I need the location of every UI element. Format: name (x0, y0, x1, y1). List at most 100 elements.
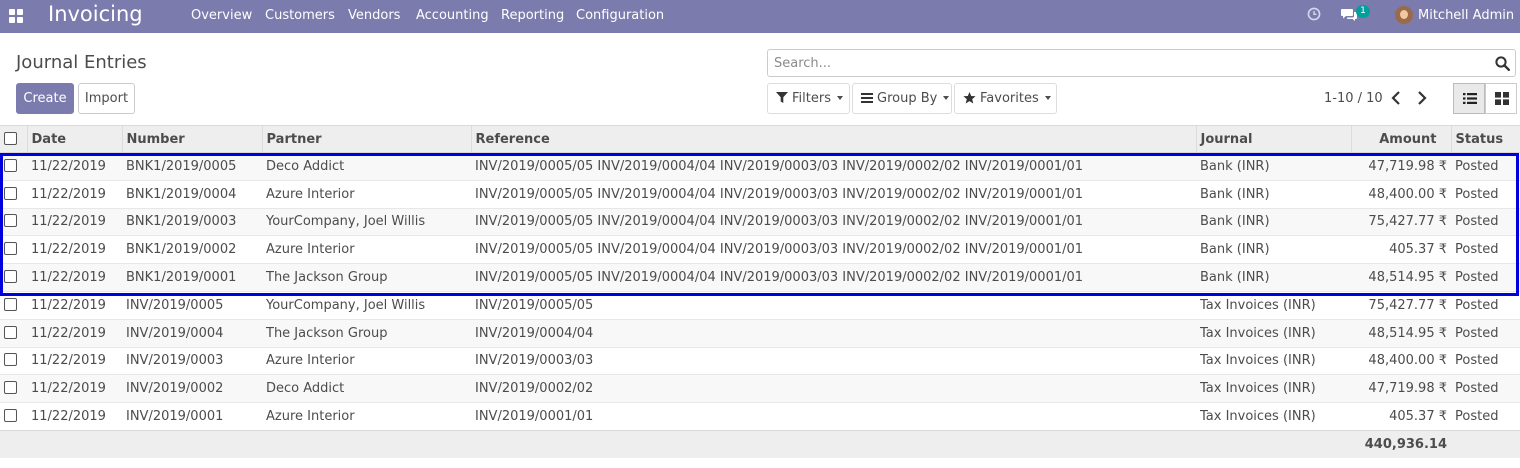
row-checkbox[interactable] (4, 270, 17, 284)
column-header-status[interactable]: Status (1450, 125, 1520, 153)
cell-number: INV/2019/0003 (122, 346, 262, 375)
pager-next-icon[interactable] (1414, 89, 1430, 107)
cell-reference: INV/2019/0005/05 INV/2019/0004/04 INV/20… (471, 207, 1196, 236)
table-row[interactable]: 11/22/2019 BNK1/2019/0004 Azure Interior IN… (0, 179, 1520, 209)
table-row[interactable]: 11/22/2019 BNK1/2019/0003 YourCompany, Joe… (0, 207, 1520, 236)
list-view-button[interactable] (1453, 83, 1485, 114)
row-checkbox[interactable] (4, 186, 17, 200)
cell-amount: 75,427.77 ₹ (1351, 207, 1451, 236)
search-box[interactable] (767, 49, 1516, 77)
create-button[interactable]: Create (16, 83, 74, 114)
row-select-cell (0, 179, 27, 209)
search-icon[interactable] (1495, 56, 1510, 71)
cell-status: Posted (1451, 152, 1520, 181)
select-all-checkbox[interactable] (4, 131, 17, 145)
row-checkbox[interactable] (4, 214, 17, 228)
kanban-view-button[interactable] (1485, 83, 1517, 114)
table-row[interactable]: 11/22/2019 INV/2019/0004 The Jackson Group… (0, 318, 1520, 348)
table-row[interactable]: 11/22/2019 BNK1/2019/0002 Azure Interior IN… (0, 235, 1520, 264)
row-checkbox[interactable] (4, 325, 17, 339)
cell-number: BNK1/2019/0004 (122, 179, 262, 209)
apps-menu-icon[interactable] (9, 9, 23, 23)
row-checkbox[interactable] (4, 353, 17, 367)
cell-reference: INV/2019/0001/01 (471, 402, 1196, 431)
select-all-cell (0, 125, 27, 153)
filters-dropdown[interactable]: Filters (767, 83, 850, 114)
menu-overview[interactable]: Overview (191, 8, 252, 23)
cell-amount: 405.37 ₹ (1351, 235, 1451, 264)
group-by-dropdown[interactable]: Group By (852, 83, 952, 114)
row-select-cell (0, 207, 27, 236)
cell-journal: Tax Invoices (INR) (1196, 290, 1351, 320)
cell-journal: Tax Invoices (INR) (1196, 318, 1351, 348)
cell-amount: 48,400.00 ₹ (1351, 179, 1451, 209)
row-checkbox[interactable] (4, 381, 17, 395)
user-menu-name[interactable]: Mitchell Admin (1418, 8, 1514, 23)
chevron-down-icon (1044, 95, 1051, 100)
cell-status: Posted (1451, 402, 1520, 431)
cell-status: Posted (1451, 235, 1520, 264)
cell-partner: YourCompany, Joel Willis (262, 290, 471, 320)
cell-partner: Deco Addict (262, 374, 471, 403)
cell-journal: Bank (INR) (1196, 235, 1351, 264)
page-title: Journal Entries (16, 52, 147, 73)
kanban-view-icon (1495, 92, 1509, 105)
favorites-dropdown[interactable]: Favorites (954, 83, 1057, 114)
menu-configuration[interactable]: Configuration (576, 8, 664, 23)
cell-number: BNK1/2019/0005 (122, 152, 262, 181)
row-select-cell (0, 290, 27, 320)
search-input[interactable] (774, 50, 1474, 76)
journal-entries-table: Date Number Partner Reference Journal Am… (0, 125, 1520, 459)
cell-journal: Bank (INR) (1196, 152, 1351, 181)
cell-reference: INV/2019/0002/02 (471, 374, 1196, 403)
filter-icon (776, 92, 788, 103)
row-checkbox[interactable] (4, 409, 17, 423)
cell-date: 11/22/2019 (27, 402, 122, 431)
import-button[interactable]: Import (78, 83, 135, 114)
table-row[interactable]: 11/22/2019 INV/2019/0001 Azure Interior INV… (0, 402, 1520, 431)
activity-clock-icon[interactable] (1307, 7, 1321, 21)
table-row[interactable]: 11/22/2019 INV/2019/0005 YourCompany, Joel… (0, 290, 1520, 320)
pager-previous-icon[interactable] (1388, 89, 1404, 107)
table-row[interactable]: 11/22/2019 BNK1/2019/0005 Deco Addict INV/2… (0, 152, 1520, 181)
row-checkbox[interactable] (4, 242, 17, 256)
row-select-cell (0, 152, 27, 181)
cell-amount: 48,514.95 ₹ (1351, 318, 1451, 348)
row-select-cell (0, 235, 27, 264)
cell-number: INV/2019/0001 (122, 402, 262, 431)
row-checkbox[interactable] (4, 297, 17, 311)
table-row[interactable]: 11/22/2019 BNK1/2019/0001 The Jackson Grou… (0, 263, 1520, 292)
column-header-date[interactable]: Date (26, 125, 122, 153)
cell-number: BNK1/2019/0002 (122, 235, 262, 264)
menu-customers[interactable]: Customers (265, 8, 335, 23)
cell-partner: Azure Interior (262, 402, 471, 431)
table-row[interactable]: 11/22/2019 INV/2019/0003 Azure Interior INV… (0, 346, 1520, 375)
cell-status: Posted (1451, 263, 1520, 292)
menu-vendors[interactable]: Vendors (348, 8, 400, 23)
cell-status: Posted (1451, 207, 1520, 236)
cell-partner: The Jackson Group (262, 318, 471, 348)
cell-number: INV/2019/0005 (122, 290, 262, 320)
pager-value[interactable]: 1-10 / 10 (1324, 91, 1383, 106)
row-checkbox[interactable] (4, 158, 17, 172)
menu-reporting[interactable]: Reporting (501, 8, 564, 23)
column-header-journal[interactable]: Journal (1195, 125, 1351, 153)
cell-reference: INV/2019/0005/05 INV/2019/0004/04 INV/20… (471, 152, 1196, 181)
column-header-reference[interactable]: Reference (470, 125, 1196, 153)
column-header-partner[interactable]: Partner (261, 125, 471, 153)
column-header-number[interactable]: Number (121, 125, 262, 153)
list-view-icon (1463, 93, 1477, 104)
table-row[interactable]: 11/22/2019 INV/2019/0002 Deco Addict INV/20… (0, 374, 1520, 403)
chat-unread-badge: 1 (1356, 5, 1370, 18)
top-navbar: Invoicing Overview Customers Vendors Acc… (0, 0, 1520, 33)
cell-date: 11/22/2019 (27, 179, 122, 209)
cell-date: 11/22/2019 (27, 374, 122, 403)
cell-reference: INV/2019/0005/05 (471, 290, 1196, 320)
app-title[interactable]: Invoicing (48, 2, 143, 26)
column-header-amount[interactable]: Amount (1350, 125, 1451, 153)
user-avatar[interactable] (1395, 6, 1413, 24)
row-select-cell (0, 374, 27, 403)
cell-partner: Azure Interior (262, 179, 471, 209)
menu-accounting[interactable]: Accounting (416, 8, 489, 23)
cell-number: INV/2019/0002 (122, 374, 262, 403)
